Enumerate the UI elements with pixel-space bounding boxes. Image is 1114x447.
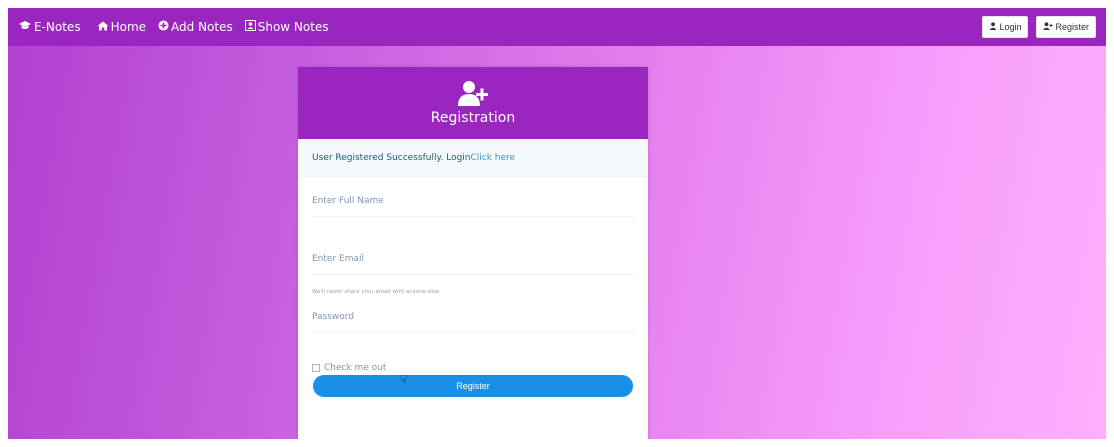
plus-circle-icon [158,20,169,34]
check-me-out-checkbox[interactable] [312,364,320,372]
card-title: Registration [430,110,516,126]
nav-show-notes-label: Show Notes [257,20,329,34]
check-me-out-label: Check me out [324,363,387,373]
nav-right: Login Register [982,16,1096,38]
nav-add-notes-label: Add Notes [171,20,233,34]
nav-brand-label: E-Notes [34,20,81,34]
page-background: E-Notes Home Add Notes Show Notes Login … [8,8,1106,439]
login-button-label: Login [999,22,1022,32]
success-alert: User Registered Successfully. Login Click… [298,139,648,177]
alert-login-link[interactable]: Click here [471,153,516,163]
email-input[interactable] [312,243,634,275]
remember-row: Check me out [312,363,634,373]
email-help-text: We'll never share your email with anyone… [312,289,441,295]
register-submit-button[interactable]: Register [313,375,633,397]
register-nav-button[interactable]: Register [1036,16,1096,38]
home-icon [97,20,109,34]
add-user-icon [458,80,488,106]
address-book-icon [244,20,256,34]
user-icon [989,22,997,32]
nav-left: E-Notes Home Add Notes Show Notes [18,20,341,34]
hand-cursor-icon: ☟ [400,373,408,387]
user-plus-icon [1043,22,1053,32]
card-header: Registration [298,67,648,139]
alert-text: User Registered Successfully. Login [312,152,471,163]
password-input[interactable] [312,301,634,333]
graduation-cap-icon [18,20,32,34]
nav-home-label: Home [110,20,147,34]
registration-card: Registration User Registered Successfull… [298,67,648,439]
login-button[interactable]: Login [982,16,1029,38]
register-nav-button-label: Register [1055,22,1089,32]
nav-home[interactable]: Home [97,20,146,34]
registration-form: We'll never share your email with anyone… [298,177,648,397]
navbar: E-Notes Home Add Notes Show Notes Login … [8,8,1106,46]
nav-add-notes[interactable]: Add Notes [158,20,233,34]
nav-show-notes[interactable]: Show Notes [244,20,329,34]
full-name-input[interactable] [312,185,634,217]
nav-brand[interactable]: E-Notes [18,20,81,34]
